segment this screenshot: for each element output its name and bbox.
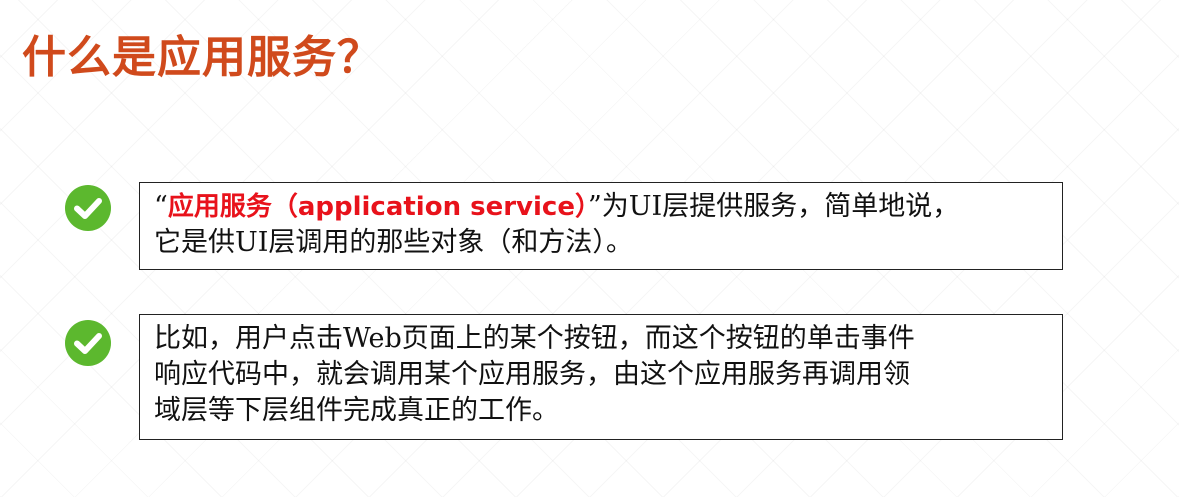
example-line-1: 比如，用户点击Web页面上的某个按钮，而这个按钮的单击事件 [154,323,915,354]
definition-text: ”为UI层提供服务，简单地说， [587,191,960,222]
page-title: 什么是应用服务？ [22,32,382,83]
highlight-term: 应用服务（application service） [167,192,588,222]
definition-box: “应用服务（application service）”为UI层提供服务，简单地说… [139,182,1063,270]
check-circle-icon [64,184,112,232]
example-line-3: 域层等下层组件完成真正的工作。 [154,395,559,426]
definition-line-1: “应用服务（application service）”为UI层提供服务，简单地说… [154,189,1052,225]
open-quote: “ [154,191,168,222]
check-circle-icon [64,319,112,367]
definition-line-2: 它是供UI层调用的那些对象（和方法）。 [154,227,633,258]
example-line-2: 响应代码中，就会调用某个应用服务，由这个应用服务再调用领 [154,359,910,390]
example-box: 比如，用户点击Web页面上的某个按钮，而这个按钮的单击事件 响应代码中，就会调用… [139,314,1063,440]
